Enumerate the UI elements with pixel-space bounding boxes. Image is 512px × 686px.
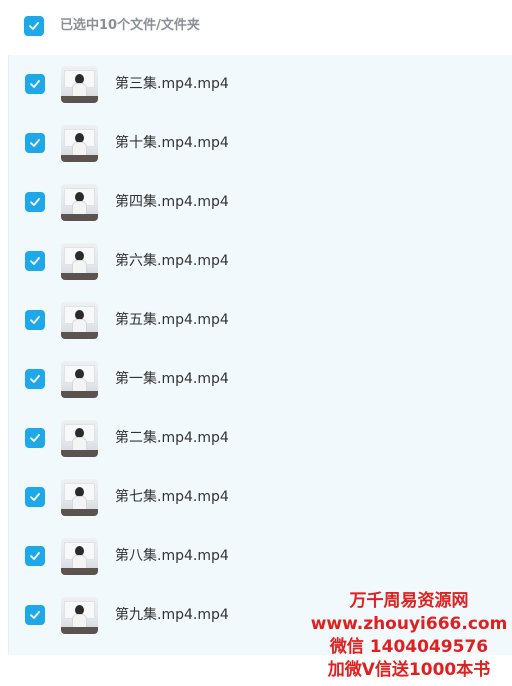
file-row[interactable]: 第六集.mp4.mp4 [9, 232, 512, 291]
file-row[interactable]: 第四集.mp4.mp4 [9, 173, 512, 232]
video-thumbnail[interactable] [61, 597, 98, 634]
checkmark-icon [30, 493, 40, 501]
file-row[interactable]: 第一集.mp4.mp4 [9, 350, 512, 409]
file-row[interactable]: 第八集.mp4.mp4 [9, 527, 512, 586]
video-thumbnail[interactable] [61, 243, 98, 280]
video-thumbnail[interactable] [61, 184, 98, 221]
file-name[interactable]: 第四集.mp4.mp4 [115, 192, 229, 212]
file-row[interactable]: 第十集.mp4.mp4 [9, 114, 512, 173]
checkmark-icon [30, 434, 40, 442]
watermark-url: www.zhouyi666.com [310, 614, 508, 634]
file-row[interactable]: 第七集.mp4.mp4 [9, 468, 512, 527]
selection-count-label: 已选中10个文件/文件夹 [60, 18, 200, 33]
file-name[interactable]: 第二集.mp4.mp4 [115, 428, 229, 448]
file-checkbox[interactable] [25, 546, 45, 566]
file-checkbox[interactable] [25, 192, 45, 212]
checkmark-icon [30, 375, 40, 383]
watermark-site-name: 万千周易资源网 [349, 591, 469, 611]
video-thumbnail[interactable] [61, 125, 98, 162]
watermark-promo: 加微V信送1000本书 [327, 660, 491, 680]
file-checkbox[interactable] [25, 487, 45, 507]
file-name[interactable]: 第五集.mp4.mp4 [115, 310, 229, 330]
file-row[interactable]: 第二集.mp4.mp4 [9, 409, 512, 468]
file-name[interactable]: 第三集.mp4.mp4 [115, 74, 229, 94]
file-checkbox[interactable] [25, 310, 45, 330]
checkmark-icon [29, 22, 39, 30]
file-checkbox[interactable] [25, 251, 45, 271]
video-thumbnail[interactable] [61, 361, 98, 398]
video-thumbnail[interactable] [61, 538, 98, 575]
checkmark-icon [30, 611, 40, 619]
file-row[interactable]: 第五集.mp4.mp4 [9, 291, 512, 350]
file-name[interactable]: 第一集.mp4.mp4 [115, 369, 229, 389]
checkmark-icon [30, 80, 40, 88]
file-checkbox[interactable] [25, 74, 45, 94]
checkmark-icon [30, 316, 40, 324]
file-checkbox[interactable] [25, 428, 45, 448]
file-row[interactable]: 第三集.mp4.mp4 [9, 55, 512, 114]
checkmark-icon [30, 198, 40, 206]
file-name[interactable]: 第八集.mp4.mp4 [115, 546, 229, 566]
checkmark-icon [30, 139, 40, 147]
watermark-wechat: 微信 1404049576 [329, 637, 489, 657]
select-all-checkbox[interactable] [24, 16, 44, 36]
file-name[interactable]: 第九集.mp4.mp4 [115, 605, 229, 625]
file-checkbox[interactable] [25, 369, 45, 389]
file-name[interactable]: 第六集.mp4.mp4 [115, 251, 229, 271]
checkmark-icon [30, 552, 40, 560]
file-name[interactable]: 第七集.mp4.mp4 [115, 487, 229, 507]
watermark-overlay: 万千周易资源网 www.zhouyi666.com 微信 1404049576 … [306, 590, 512, 682]
video-thumbnail[interactable] [61, 66, 98, 103]
video-thumbnail[interactable] [61, 479, 98, 516]
file-checkbox[interactable] [25, 133, 45, 153]
video-thumbnail[interactable] [61, 302, 98, 339]
file-name[interactable]: 第十集.mp4.mp4 [115, 133, 229, 153]
file-checkbox[interactable] [25, 605, 45, 625]
video-thumbnail[interactable] [61, 420, 98, 457]
selection-header: 已选中10个文件/文件夹 [0, 0, 512, 54]
checkmark-icon [30, 257, 40, 265]
file-list: 第三集.mp4.mp4 第十集.mp4.mp4 第四集.mp4.mp4 第六集.… [8, 55, 512, 655]
